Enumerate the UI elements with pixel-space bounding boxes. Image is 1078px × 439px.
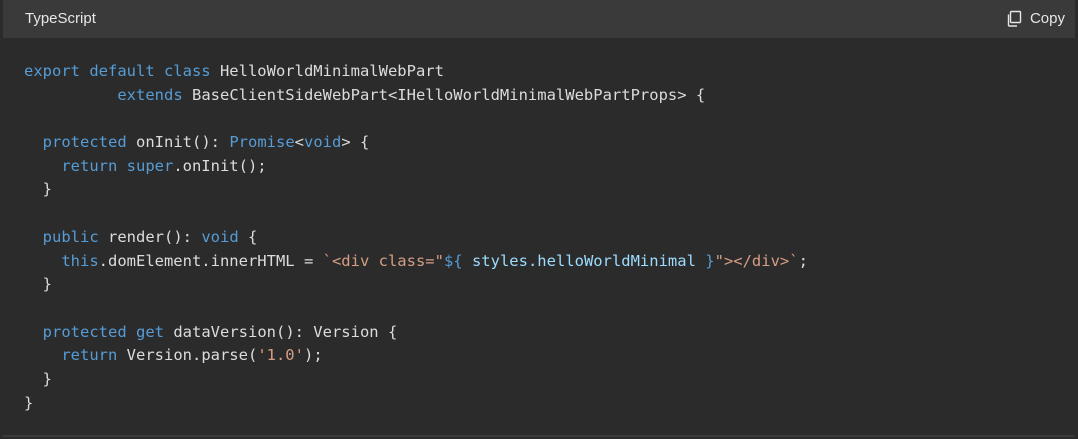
code-token: `<div class=": [322, 251, 444, 270]
code-token: );: [303, 346, 323, 365]
code-line: public render(): void {: [24, 226, 808, 250]
code-token: onInit():: [126, 133, 230, 152]
code-token: "></div>`: [714, 251, 799, 270]
code-token: protected get: [42, 322, 164, 341]
code-content: export default class HelloWorldMinimalWe…: [24, 60, 808, 415]
code-block: TypeScript Copy export default class Hel…: [3, 0, 1075, 437]
code-line: }: [24, 392, 808, 416]
code-token: > {: [341, 133, 370, 152]
code-line: export default class HelloWorldMinimalWe…: [24, 60, 808, 84]
code-line: }: [24, 368, 808, 392]
code-line: protected get dataVersion(): Version {: [24, 321, 808, 345]
code-token: public: [42, 227, 99, 246]
code-token: .onInit();: [173, 156, 267, 175]
code-line: extends BaseClientSideWebPart<IHelloWorl…: [24, 84, 808, 108]
code-token: void: [201, 227, 239, 246]
code-line: this.domElement.innerHTML = `<div class=…: [24, 250, 808, 274]
code-line: return super.onInit();: [24, 155, 808, 179]
code-token: styles.helloWorldMinimal: [462, 251, 706, 270]
code-token: '1.0': [257, 346, 304, 365]
code-line: protected onInit(): Promise<void> {: [24, 131, 808, 155]
code-token: dataVersion(): Version {: [164, 322, 398, 341]
code-token: export default class: [24, 62, 211, 80]
code-token: }: [705, 251, 715, 270]
code-token: ;: [798, 251, 808, 270]
code-token: }: [24, 275, 52, 294]
code-token: render():: [98, 227, 202, 246]
code-token: return: [61, 346, 118, 365]
language-label: TypeScript: [25, 10, 96, 27]
copy-button[interactable]: Copy: [1006, 10, 1065, 27]
code-line: }: [24, 273, 808, 297]
divider: [3, 435, 1075, 437]
code-token: }: [24, 393, 34, 412]
code-token: ${: [443, 251, 463, 270]
code-token: return super: [61, 156, 174, 175]
code-token: protected: [42, 133, 127, 152]
code-token: .domElement.innerHTML =: [98, 251, 323, 270]
code-token: Promise: [229, 133, 295, 152]
code-token: this: [61, 251, 99, 270]
code-block-header: TypeScript Copy: [3, 0, 1075, 38]
code-token: }: [24, 369, 52, 388]
code-line: }: [24, 178, 808, 202]
copy-label: Copy: [1029, 10, 1065, 27]
code-token: BaseClientSideWebPart<IHelloWorldMinimal…: [182, 85, 706, 104]
code-token: extends: [117, 85, 183, 104]
code-token: <: [294, 133, 304, 152]
code-token: void: [304, 133, 342, 152]
code-token: Version.parse(: [117, 346, 258, 365]
code-token: }: [24, 180, 52, 199]
copy-icon: [1007, 10, 1022, 27]
code-token: HelloWorldMinimalWebPart: [210, 62, 444, 80]
code-token: {: [238, 227, 258, 246]
code-line: return Version.parse('1.0');: [24, 344, 808, 368]
